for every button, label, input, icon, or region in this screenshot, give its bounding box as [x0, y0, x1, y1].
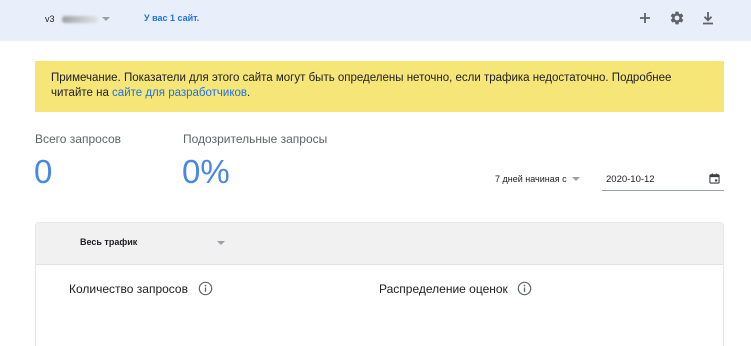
date-range-select[interactable]: 7 дней начиная с [495, 174, 580, 184]
card-header: Весь трафик [36, 223, 723, 265]
requests-count-title: Количество запросов [69, 282, 188, 296]
start-date-value: 2020-10-12 [606, 174, 655, 185]
score-distribution-title: Распределение оценок [379, 282, 508, 296]
date-range-label: 7 дней начиная с [495, 174, 567, 184]
suspicious-requests-value: 0% [182, 153, 230, 190]
top-bar: v3 У вас 1 сайт. [0, 0, 751, 41]
developer-site-link[interactable]: сайте для разработчиков [112, 87, 247, 99]
suspicious-requests-label: Подозрительные запросы [183, 132, 328, 146]
info-icon[interactable] [517, 281, 532, 296]
settings-icon[interactable] [668, 9, 686, 27]
notice-suffix: . [247, 87, 251, 99]
chevron-down-icon [217, 241, 225, 245]
start-date-input[interactable]: 2020-10-12 [602, 168, 724, 191]
site-count-text: У вас 1 сайт. [144, 13, 200, 23]
site-name-redacted [61, 15, 98, 23]
download-icon[interactable] [699, 9, 717, 27]
total-requests-label: Всего запросов [35, 132, 122, 146]
traffic-filter-label: Весь трафик [80, 237, 138, 247]
total-requests-value: 0 [34, 153, 53, 190]
site-selector[interactable]: v3 [45, 11, 110, 27]
add-icon[interactable] [636, 9, 654, 27]
chevron-down-icon [571, 177, 580, 181]
analytics-card: Весь трафик Количество запросов Распреде… [35, 222, 724, 346]
site-version-label: v3 [45, 14, 55, 24]
traffic-filter-select[interactable]: Весь трафик [80, 235, 228, 251]
calendar-icon[interactable] [709, 173, 720, 184]
info-icon[interactable] [198, 281, 213, 296]
chevron-down-icon [101, 17, 110, 21]
notice-banner: Примечание. Показатели для этого сайта м… [35, 61, 724, 112]
